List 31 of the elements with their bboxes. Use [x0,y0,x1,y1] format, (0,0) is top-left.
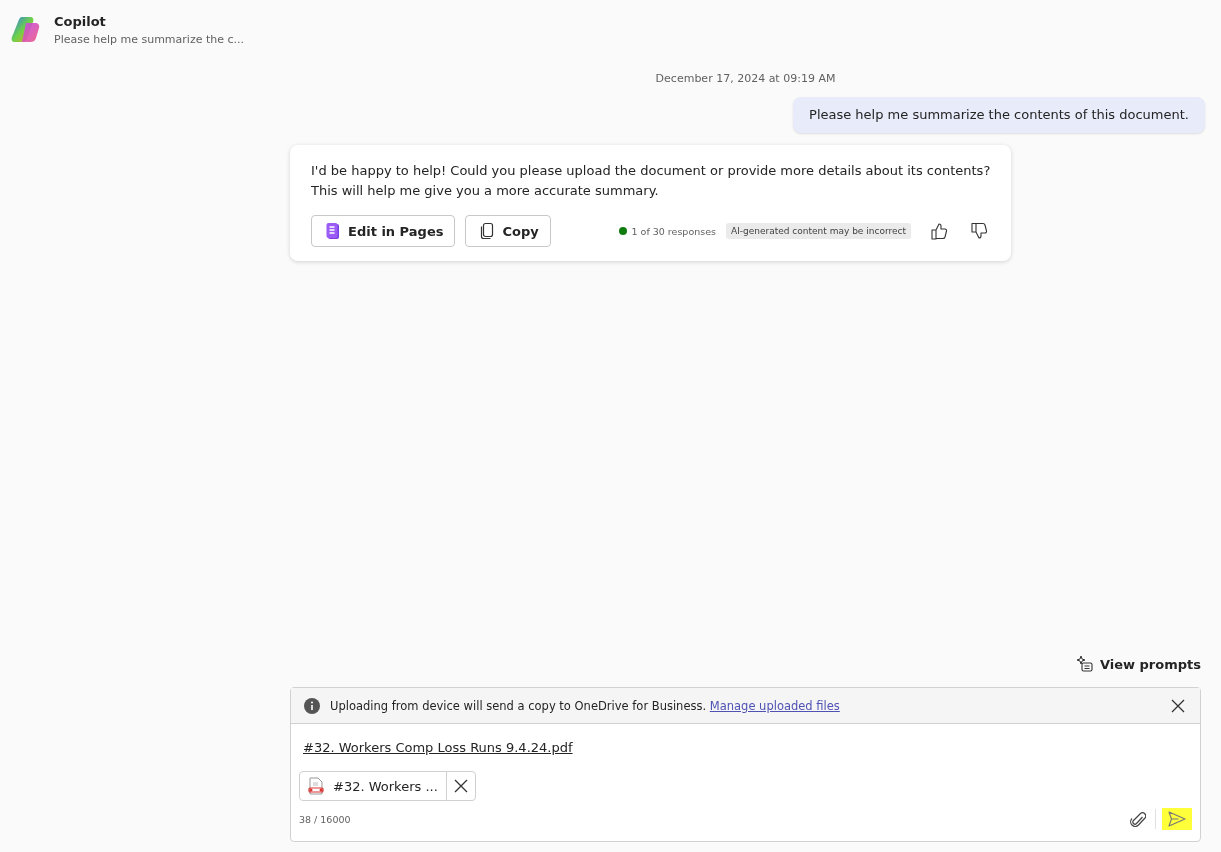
attachment-name: #32. Workers ... [333,778,438,794]
manage-files-link[interactable]: Manage uploaded files [709,698,840,713]
copilot-logo-icon [11,14,41,44]
close-icon [453,779,468,793]
copy-icon [479,222,496,240]
timestamp: December 17, 2024 at 09:19 AM [654,72,837,85]
copy-button[interactable]: Copy [465,215,551,247]
message-input[interactable]: #32. Workers Comp Loss Runs 9.4.24.pdf #32. Workers ... 38 / 16000 [291,724,1200,841]
view-prompts-button[interactable]: View prompts [1075,655,1201,673]
send-icon [1168,811,1186,827]
notice-text: Uploading from device will send a copy to OneDrive for Business. Manage uploaded files [330,698,840,713]
response-count: 1 of 30 responses [631,225,716,237]
send-button[interactable] [1162,808,1192,830]
file-link[interactable]: #32. Workers Comp Loss Runs 9.4.24.pdf [299,740,1192,755]
thumbs-down-icon [970,222,988,240]
disclaimer-label: AI-generated content may be incorrect [725,223,911,239]
sparkle-list-icon [1075,655,1094,673]
attachment-chip[interactable]: #32. Workers ... [299,771,476,801]
thumbs-up-icon [930,222,948,240]
edit-in-pages-button[interactable]: Edit in Pages [311,215,456,247]
info-icon [304,697,320,714]
user-message: Please help me summarize the contents of this document. [793,97,1205,133]
chat-subtitle: Please help me summarize the c... [54,32,245,48]
character-count: 38 / 16000 [299,813,351,825]
app-title: Copilot [54,13,107,30]
pages-icon [325,222,341,240]
close-icon [1171,698,1185,713]
response-text: I'd be happy to help! Could you please upload the document or provide more details about its contents? This will help me give you a more accurate summary. [311,162,991,200]
status-dot-icon [618,227,627,235]
paperclip-icon [1130,810,1146,828]
pdf-file-icon [308,777,324,795]
